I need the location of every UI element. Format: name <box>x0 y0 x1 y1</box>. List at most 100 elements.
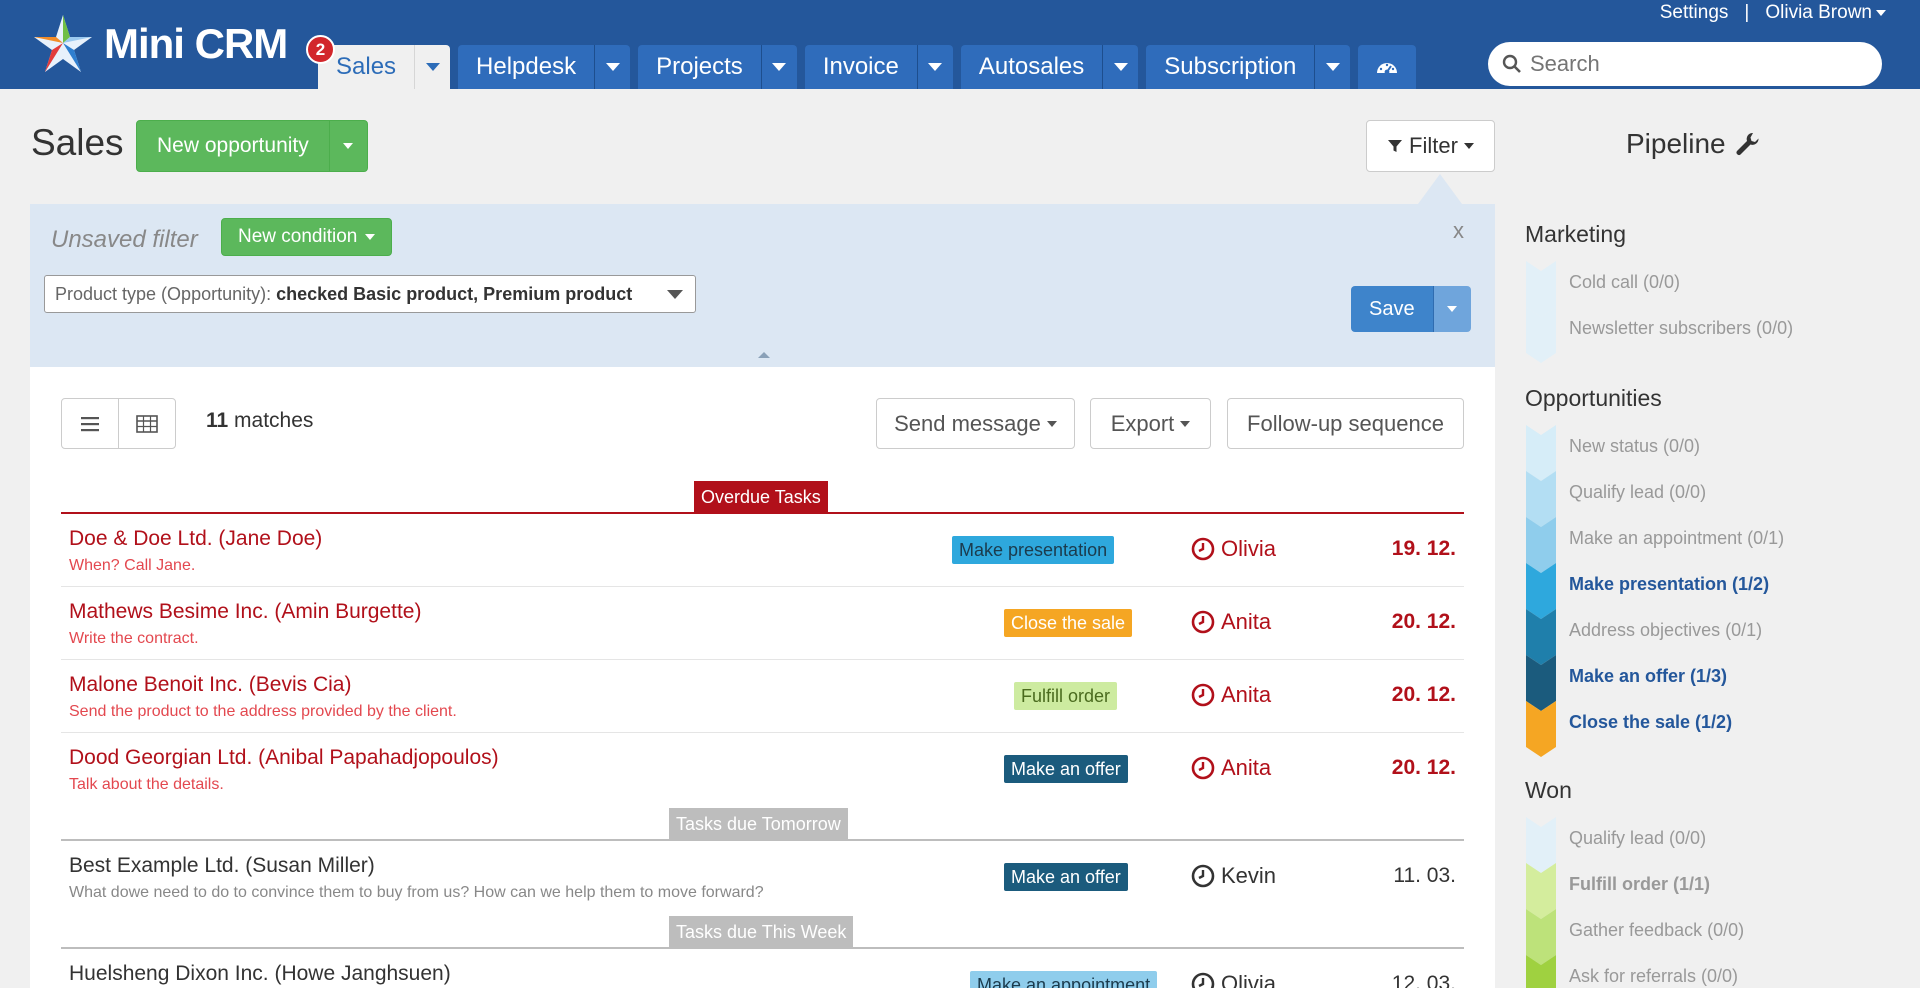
save-label[interactable]: Save <box>1351 286 1433 332</box>
new-opportunity-button[interactable]: New opportunity <box>136 120 368 172</box>
pipeline-item[interactable]: Qualify lead (0/0) <box>1526 471 1896 527</box>
filter-label[interactable]: Filter <box>1409 133 1458 159</box>
wrench-icon[interactable] <box>1734 131 1760 157</box>
pipeline-item-label[interactable]: New status (0/0) <box>1569 436 1700 457</box>
chevron-down-icon <box>1046 420 1057 427</box>
tab-autosales[interactable]: Autosales <box>960 45 1139 89</box>
pipeline-group-marketing: Marketing <box>1525 221 1626 247</box>
search-box[interactable] <box>1488 42 1882 86</box>
chevron-down-icon[interactable] <box>1102 45 1138 89</box>
pipeline-item-label[interactable]: Ask for referrals (0/0) <box>1569 966 1738 987</box>
new-condition-button[interactable]: New condition <box>221 218 393 256</box>
export-button[interactable]: Export <box>1090 398 1211 449</box>
tab-helpdesk[interactable]: Helpdesk <box>458 45 631 89</box>
task-date: 11. 03. <box>1393 864 1456 887</box>
follow-up-label[interactable]: Follow-up sequence <box>1247 411 1444 437</box>
chevron-down-icon[interactable] <box>328 121 367 171</box>
chevron-down-icon[interactable] <box>760 45 797 89</box>
send-message-button[interactable]: Send message <box>876 398 1075 449</box>
settings-link[interactable]: Settings <box>1660 2 1729 24</box>
tab-label[interactable]: Helpdesk <box>458 45 594 89</box>
pipeline-item-label[interactable]: Fulfill order (1/1) <box>1569 874 1710 895</box>
filter-condition-select[interactable]: Product type (Opportunity): checked Basi… <box>44 275 696 313</box>
pipeline-item-label[interactable]: Gather feedback (0/0) <box>1569 920 1744 941</box>
close-icon[interactable]: x <box>1453 218 1464 244</box>
pipeline-chevron <box>1526 307 1556 363</box>
task-assignee: Anita <box>1191 609 1271 635</box>
tab-subscription[interactable]: Subscription <box>1146 45 1351 89</box>
collapse-up-icon[interactable] <box>758 352 770 358</box>
pipeline-item-label[interactable]: Make an offer (1/3) <box>1569 666 1727 687</box>
list-view-button[interactable] <box>62 399 118 448</box>
task-title[interactable]: Dood Georgian Ltd. (Anibal Papahadjopoul… <box>69 746 499 770</box>
task-description: Write the contract. <box>69 630 199 647</box>
tab-label[interactable]: Projects <box>638 45 761 89</box>
task-title[interactable]: Mathews Besime Inc. (Amin Burgette) <box>69 600 421 624</box>
tab-dashboard[interactable] <box>1358 45 1417 89</box>
notification-badge[interactable]: 2 <box>306 35 335 64</box>
app-logo[interactable]: Mini CRM <box>32 13 288 75</box>
task-assignee: Kevin <box>1191 863 1276 889</box>
task-assignee: Olivia <box>1191 971 1276 988</box>
pipeline-item-label[interactable]: Make presentation (1/2) <box>1569 574 1769 595</box>
pipeline-item-label[interactable]: Cold call (0/0) <box>1569 272 1680 293</box>
app-name: Mini CRM <box>104 20 288 67</box>
pipeline-item-label[interactable]: Qualify lead (0/0) <box>1569 828 1706 849</box>
pipeline-item[interactable]: Close the sale (1/2) <box>1526 701 1896 757</box>
task-title[interactable]: Malone Benoit Inc. (Bevis Cia) <box>69 673 351 697</box>
pipeline-item-label[interactable]: Close the sale (1/2) <box>1569 712 1732 733</box>
chevron-down-icon[interactable] <box>667 290 683 299</box>
table-row[interactable]: Dood Georgian Ltd. (Anibal Papahadjopoul… <box>61 733 1464 806</box>
funnel-icon <box>1388 140 1403 152</box>
task-assignee: Anita <box>1191 755 1271 781</box>
task-title[interactable]: Doe & Doe Ltd. (Jane Doe) <box>69 527 322 551</box>
chevron-down-icon[interactable] <box>1432 286 1471 332</box>
pipeline-item[interactable]: Address objectives (0/1) <box>1526 609 1896 665</box>
task-title[interactable]: Huelsheng Dixon Inc. (Howe Janghsuen) <box>69 962 451 986</box>
pipeline-item[interactable]: Make an appointment (0/1) <box>1526 517 1896 573</box>
user-name[interactable]: Olivia Brown <box>1765 2 1872 23</box>
pipeline-item[interactable]: Qualify lead (0/0) <box>1526 817 1896 873</box>
section-this-week: Tasks due This Week <box>669 916 854 948</box>
tab-label[interactable]: Autosales <box>961 45 1102 89</box>
table-row[interactable]: Huelsheng Dixon Inc. (Howe Janghsuen) Ma… <box>61 949 1464 988</box>
chevron-down-icon[interactable] <box>594 45 630 89</box>
chevron-down-icon[interactable] <box>414 45 450 89</box>
tab-label[interactable]: Subscription <box>1146 45 1314 89</box>
pipeline-item[interactable]: Newsletter subscribers (0/0) <box>1526 307 1896 363</box>
pipeline-item[interactable]: Fulfill order (1/1) <box>1526 863 1896 919</box>
pipeline-item[interactable]: Gather feedback (0/0) <box>1526 909 1896 965</box>
pipeline-item-label[interactable]: Make an appointment (0/1) <box>1569 528 1784 549</box>
new-condition-label[interactable]: New condition <box>238 226 357 248</box>
chevron-down-icon[interactable] <box>916 45 953 89</box>
table-row[interactable]: Doe & Doe Ltd. (Jane Doe) When? Call Jan… <box>61 514 1464 587</box>
pipeline-item[interactable]: New status (0/0) <box>1526 425 1896 481</box>
pipeline-item[interactable]: Cold call (0/0) <box>1526 261 1896 317</box>
filter-button[interactable]: Filter <box>1366 120 1495 172</box>
pipeline-item[interactable]: Ask for referrals (0/0) <box>1526 955 1896 988</box>
tab-label[interactable]: Invoice <box>805 45 917 89</box>
pipeline-item[interactable]: Make an offer (1/3) <box>1526 655 1896 711</box>
table-row[interactable]: Mathews Besime Inc. (Amin Burgette) Writ… <box>61 587 1464 660</box>
task-title[interactable]: Best Example Ltd. (Susan Miller) <box>69 854 375 878</box>
tab-sales[interactable]: Sales <box>318 45 451 89</box>
send-message-label[interactable]: Send message <box>894 411 1041 437</box>
tab-invoice[interactable]: Invoice <box>804 45 953 89</box>
tab-projects[interactable]: Projects <box>638 45 797 89</box>
chevron-down-icon[interactable] <box>1314 45 1350 89</box>
follow-up-sequence-button[interactable]: Follow-up sequence <box>1227 398 1464 449</box>
pipeline-item-label[interactable]: Qualify lead (0/0) <box>1569 482 1706 503</box>
pipeline-group-opportunities: Opportunities <box>1525 385 1662 411</box>
table-view-button[interactable] <box>118 399 175 448</box>
save-filter-button[interactable]: Save <box>1351 286 1471 332</box>
table-row[interactable]: Malone Benoit Inc. (Bevis Cia) Send the … <box>61 660 1464 733</box>
clock-icon <box>1191 537 1215 561</box>
pipeline-item-label[interactable]: Newsletter subscribers (0/0) <box>1569 318 1793 339</box>
user-menu[interactable]: Olivia Brown <box>1765 2 1886 24</box>
export-label[interactable]: Export <box>1111 411 1175 437</box>
pipeline-item[interactable]: Make presentation (1/2) <box>1526 563 1896 619</box>
search-input[interactable] <box>1530 51 1850 77</box>
new-opportunity-label[interactable]: New opportunity <box>137 121 329 171</box>
table-row[interactable]: Best Example Ltd. (Susan Miller) What do… <box>61 841 1464 914</box>
pipeline-item-label[interactable]: Address objectives (0/1) <box>1569 620 1762 641</box>
